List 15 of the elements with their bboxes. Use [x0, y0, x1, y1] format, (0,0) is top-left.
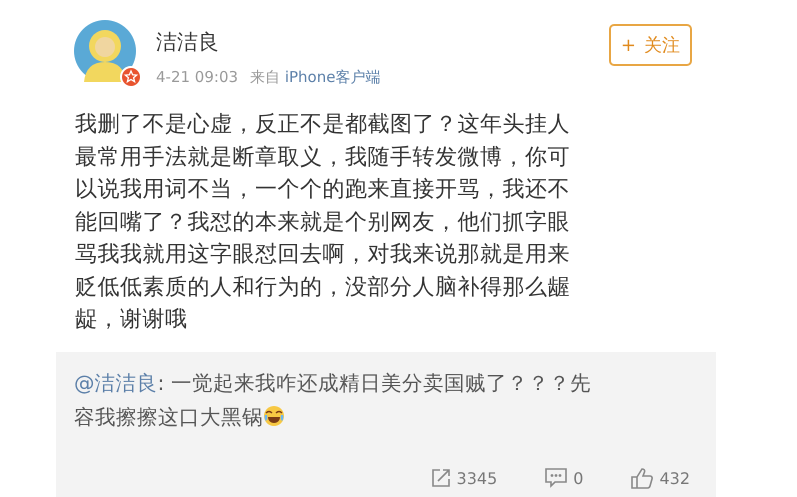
- avatar[interactable]: [74, 20, 136, 82]
- comment-icon: [545, 468, 568, 488]
- reposted-text: @洁洁良: 一觉起来我咋还成精日美分卖国贼了？？？先容我擦擦这口大黑锅: [74, 370, 592, 430]
- post-time: 4-21 09:03: [156, 68, 238, 87]
- follow-button[interactable]: + 关注: [608, 24, 692, 66]
- author-name[interactable]: 洁洁良: [156, 28, 609, 56]
- repost-action[interactable]: 3345: [430, 468, 498, 488]
- like-action[interactable]: 432: [631, 468, 690, 488]
- share-icon: [430, 468, 451, 488]
- laughing-emoji-icon: [263, 404, 285, 426]
- thumbs-up-icon: [631, 468, 654, 488]
- mention-link[interactable]: @洁洁良: [74, 370, 158, 394]
- comment-action[interactable]: 0: [545, 468, 584, 488]
- post-source: 来自 iPhone客户端: [250, 68, 380, 87]
- post-text: 我删了不是心虚，反正不是都截图了？这年头挂人最常用手法就是断章取义，我随手转发微博，你可以说我用词不当，一个个的跑来直接开骂，我还不能回嘴了？我怼的本来就是个别网友，他们抓字眼骂我我就用这字眼怼回去啊，对我来说那就是用来贬低低素质的人和行为的，没部分人脑补得那么龌龊，谢谢哦: [75, 111, 571, 334]
